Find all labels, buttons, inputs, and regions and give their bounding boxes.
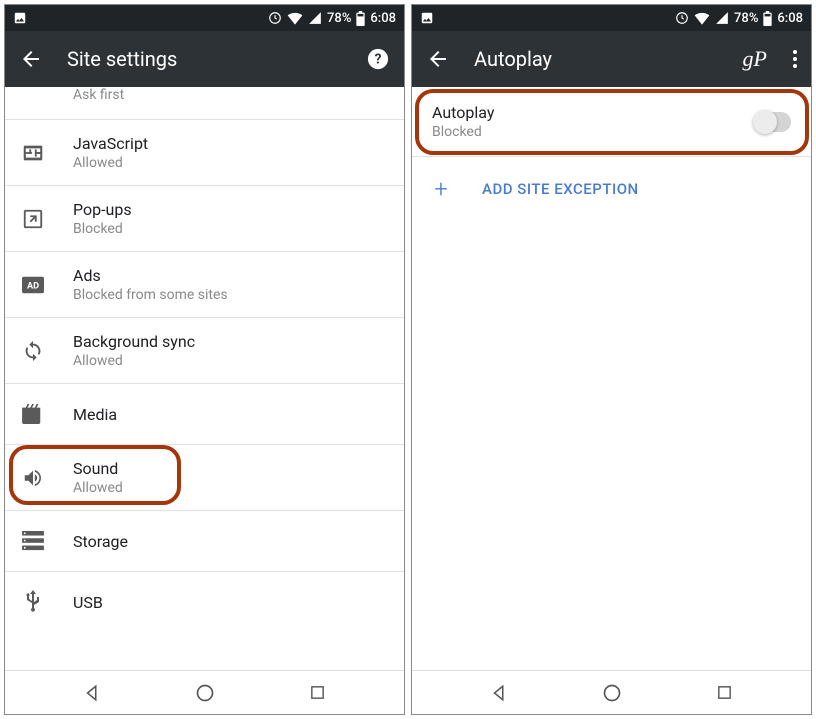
list-sub: Blocked <box>73 221 388 237</box>
list-label: Sound <box>73 459 388 478</box>
wifi-icon <box>287 11 303 25</box>
plus-icon: + <box>432 175 450 203</box>
more-menu-icon[interactable] <box>793 50 797 68</box>
sound-icon <box>21 466 45 490</box>
back-icon[interactable] <box>19 47 43 71</box>
list-label: JavaScript <box>73 134 388 153</box>
toggle-label: Autoplay <box>432 103 725 122</box>
list-label: USB <box>73 593 388 612</box>
page-title: Autoplay <box>474 47 719 71</box>
list-label: Ads <box>73 266 388 285</box>
app-bar: Site settings ? <box>5 31 404 87</box>
page-title: Site settings <box>67 47 342 71</box>
media-icon <box>21 402 45 426</box>
phone-left: 78% 6:08 Site settings ? Ask first <box>4 4 405 715</box>
image-notification-icon <box>420 11 434 25</box>
battery-percent: 78% <box>327 11 351 26</box>
list-item-background-sync[interactable]: Background sync Allowed <box>5 318 404 383</box>
battery-icon <box>763 11 772 26</box>
list-item-ads[interactable]: AD Ads Blocked from some sites <box>5 252 404 317</box>
list-sub: Ask first <box>73 87 388 103</box>
gp-watermark: gP <box>743 46 767 72</box>
back-icon[interactable] <box>426 47 450 71</box>
add-exception-label: ADD SITE EXCEPTION <box>482 180 639 198</box>
list-sub: Blocked from some sites <box>73 287 388 303</box>
javascript-icon <box>21 141 45 165</box>
list-label: Pop-ups <box>73 200 388 219</box>
nav-home-icon[interactable] <box>193 681 217 705</box>
signal-icon <box>715 11 729 25</box>
clock-text: 6:08 <box>370 11 396 26</box>
autoplay-toggle[interactable] <box>753 112 791 132</box>
image-notification-icon <box>13 11 27 25</box>
status-bar: 78% 6:08 <box>5 5 404 31</box>
nav-recent-icon[interactable] <box>306 681 330 705</box>
svg-text:AD: AD <box>27 281 39 291</box>
autoplay-content: Autoplay Blocked + ADD SITE EXCEPTION <box>412 87 811 670</box>
toggle-sub: Blocked <box>432 124 725 140</box>
status-bar: 78% 6:08 <box>412 5 811 31</box>
list-item-ask-first[interactable]: Ask first <box>5 87 404 119</box>
clock-text: 6:08 <box>777 11 803 26</box>
popups-icon <box>21 207 45 231</box>
list-sub: Allowed <box>73 155 388 171</box>
list-item-sound[interactable]: Sound Allowed <box>5 445 404 510</box>
autoplay-toggle-row[interactable]: Autoplay Blocked <box>412 87 811 156</box>
usb-icon <box>21 590 45 614</box>
list-sub: Allowed <box>73 480 388 496</box>
list-item-usb[interactable]: USB <box>5 572 404 632</box>
ads-icon: AD <box>21 273 45 297</box>
signal-icon <box>308 11 322 25</box>
storage-icon <box>21 529 45 553</box>
list-sub: Allowed <box>73 353 388 369</box>
svg-text:?: ? <box>375 52 382 68</box>
battery-percent: 78% <box>734 11 758 26</box>
add-site-exception[interactable]: + ADD SITE EXCEPTION <box>412 157 811 221</box>
update-icon <box>268 11 282 25</box>
list-item-javascript[interactable]: JavaScript Allowed <box>5 120 404 185</box>
list-item-media[interactable]: Media <box>5 384 404 444</box>
nav-back-icon[interactable] <box>80 681 104 705</box>
nav-recent-icon[interactable] <box>713 681 737 705</box>
phone-right: 78% 6:08 Autoplay gP Autoplay Blocked + … <box>411 4 812 715</box>
battery-icon <box>356 11 365 26</box>
android-nav-bar <box>412 670 811 714</box>
list-item-storage[interactable]: Storage <box>5 511 404 571</box>
list-label: Background sync <box>73 332 388 351</box>
app-bar: Autoplay gP <box>412 31 811 87</box>
update-icon <box>675 11 689 25</box>
sync-icon <box>21 339 45 363</box>
wifi-icon <box>694 11 710 25</box>
settings-list: Ask first JavaScript Allowed Pop-ups Blo… <box>5 87 404 670</box>
nav-back-icon[interactable] <box>487 681 511 705</box>
list-label: Media <box>73 405 388 424</box>
list-label: Storage <box>73 532 388 551</box>
list-item-popups[interactable]: Pop-ups Blocked <box>5 186 404 251</box>
nav-home-icon[interactable] <box>600 681 624 705</box>
help-icon[interactable]: ? <box>366 47 390 71</box>
android-nav-bar <box>5 670 404 714</box>
